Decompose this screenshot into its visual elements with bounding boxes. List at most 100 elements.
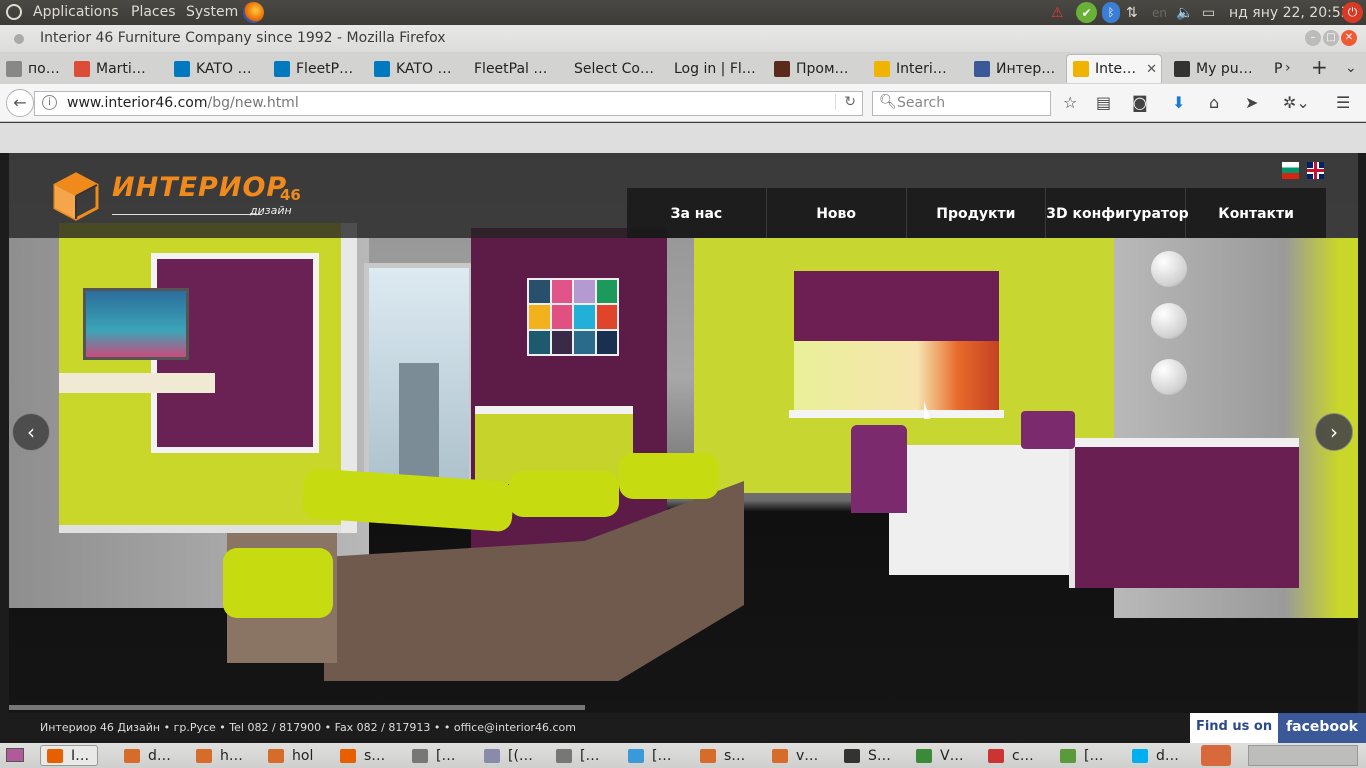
window-titlebar: Interior 46 Furniture Company since 1992… bbox=[0, 25, 1366, 52]
taskbar-window-button[interactable]: d… bbox=[118, 745, 171, 766]
reload-icon[interactable]: ↻ bbox=[835, 94, 856, 110]
tab[interactable]: Пром… bbox=[768, 54, 863, 83]
home-icon[interactable]: ⌂ bbox=[1209, 93, 1219, 112]
tab[interactable]: Interi… bbox=[868, 54, 963, 83]
taskbar-window-button[interactable]: [… bbox=[622, 745, 671, 766]
google-plus-icon bbox=[74, 60, 90, 77]
maximize-button[interactable]: □ bbox=[1323, 30, 1339, 46]
taskbar-label: [(… bbox=[508, 747, 533, 764]
all-tabs-chevron-down-icon[interactable]: ⌄ bbox=[1345, 60, 1357, 76]
tab[interactable]: My pu… bbox=[1168, 54, 1263, 83]
cube-icon bbox=[1073, 61, 1089, 77]
taskbar-window-button[interactable]: I… bbox=[40, 745, 99, 766]
slider-next-button[interactable]: › bbox=[1315, 413, 1353, 451]
taskbar-window-button[interactable]: [(… bbox=[478, 745, 533, 766]
tab[interactable]: KATO … bbox=[368, 54, 463, 83]
taskbar-window-button[interactable]: S… bbox=[838, 745, 891, 766]
language-english-flag-icon[interactable] bbox=[1307, 162, 1324, 179]
app-icon bbox=[268, 748, 284, 763]
ubuntu-logo-icon[interactable] bbox=[6, 4, 22, 20]
menu-item-new[interactable]: Ново bbox=[767, 188, 907, 238]
clock[interactable]: нд яну 22, 20:53 bbox=[1229, 2, 1350, 23]
hamburger-menu-icon[interactable]: ☰ bbox=[1336, 93, 1350, 112]
site-info-icon[interactable]: i bbox=[42, 95, 57, 110]
search-input[interactable]: 🔍︎ Search bbox=[872, 91, 1051, 116]
send-icon[interactable]: ➤ bbox=[1245, 93, 1258, 112]
battery-icon[interactable]: ▭ bbox=[1202, 2, 1215, 23]
tab-label: KATO … bbox=[196, 60, 252, 77]
close-tab-icon[interactable]: ✕ bbox=[1146, 62, 1157, 77]
bookmark-star-icon[interactable]: ☆ bbox=[1063, 93, 1077, 112]
bluetooth-icon[interactable]: ᛒ bbox=[1102, 2, 1120, 23]
power-icon[interactable]: ⏻ bbox=[1342, 2, 1363, 23]
taskbar-label: I… bbox=[71, 747, 90, 764]
downloads-icon[interactable]: ⬇ bbox=[1172, 93, 1185, 112]
tab[interactable]: FleetPal … bbox=[468, 54, 563, 83]
url-bar[interactable]: i www.interior46.com/bg/new.html ↻ bbox=[34, 91, 863, 116]
volume-icon[interactable]: 🔈 bbox=[1176, 2, 1193, 23]
menu-places[interactable]: Places bbox=[131, 4, 176, 20]
new-tab-icon[interactable]: + bbox=[1311, 55, 1328, 79]
navigation-toolbar: ← i www.interior46.com/bg/new.html ↻ 🔍︎ … bbox=[0, 84, 1366, 122]
wall-art-tiles bbox=[527, 278, 619, 356]
menu-item-contacts[interactable]: Контакти bbox=[1186, 188, 1326, 238]
taskbar-window-button[interactable]: [… bbox=[406, 745, 455, 766]
taskbar-window-button[interactable]: v… bbox=[766, 745, 818, 766]
menu-item-about[interactable]: За нас bbox=[627, 188, 767, 238]
web-page: ИНТЕРИОР 46 дизайн За нас Ново Продукти … bbox=[0, 123, 1366, 743]
trello-icon bbox=[374, 60, 390, 77]
language-bulgarian-flag-icon[interactable] bbox=[1282, 162, 1299, 179]
tab[interactable]: Интер… bbox=[968, 54, 1063, 83]
minimize-button[interactable]: – bbox=[1305, 30, 1321, 46]
facebook-wordmark[interactable]: facebook bbox=[1278, 713, 1366, 743]
close-button[interactable]: ✕ bbox=[1341, 30, 1357, 46]
app-icon bbox=[772, 748, 788, 763]
logo-cube-icon[interactable] bbox=[51, 171, 101, 221]
url-text[interactable]: www.interior46.com/bg/new.html bbox=[67, 95, 299, 111]
menu-item-3d-configurator[interactable]: 3D конфигуратор bbox=[1046, 188, 1189, 238]
taskbar-window-button[interactable]: s… bbox=[334, 745, 385, 766]
horizontal-scrollbar[interactable] bbox=[9, 705, 585, 710]
pocket-icon[interactable]: ◙ bbox=[1132, 93, 1148, 112]
reading-list-icon[interactable]: ▤ bbox=[1096, 93, 1111, 112]
workspace-switcher[interactable] bbox=[1248, 745, 1358, 766]
network-icon[interactable]: ⇅ bbox=[1126, 2, 1138, 23]
tab[interactable]: KATO … bbox=[168, 54, 263, 83]
menu-item-products[interactable]: Продукти bbox=[907, 188, 1047, 238]
tab[interactable]: по… bbox=[0, 54, 60, 83]
tab[interactable]: FleetP… bbox=[268, 54, 363, 83]
taskbar-window-button[interactable]: [… bbox=[1054, 745, 1103, 766]
tab[interactable]: Marti… bbox=[68, 54, 163, 83]
find-us-label[interactable]: Find us on bbox=[1189, 713, 1279, 743]
slider-prev-button[interactable]: ‹ bbox=[12, 413, 50, 451]
taskbar-window-button[interactable]: [… bbox=[550, 745, 599, 766]
tab[interactable]: Select Co… bbox=[568, 54, 663, 83]
keyboard-layout[interactable]: en bbox=[1152, 2, 1167, 23]
tab-scroll-right-icon[interactable]: › bbox=[1285, 60, 1291, 76]
menu-system[interactable]: System bbox=[186, 4, 238, 20]
extension-icon[interactable]: ✲⌄ bbox=[1283, 93, 1310, 112]
back-button[interactable]: ← bbox=[6, 89, 34, 117]
app-icon bbox=[628, 748, 644, 763]
taskbar-window-button[interactable]: hol bbox=[262, 745, 313, 766]
tab[interactable]: Inte… ✕ bbox=[1066, 54, 1162, 83]
taskbar-window-button[interactable]: c… bbox=[982, 745, 1034, 766]
tab-label: FleetPal … bbox=[474, 60, 548, 77]
firefox-tray-icon[interactable] bbox=[1201, 745, 1231, 766]
window-menu-icon[interactable] bbox=[14, 34, 24, 44]
tab[interactable]: P bbox=[1268, 54, 1284, 83]
menu-applications[interactable]: Applications bbox=[33, 4, 119, 20]
warning-icon[interactable]: ⚠ bbox=[1051, 2, 1064, 23]
facebook-link[interactable]: Find us on facebook bbox=[1189, 713, 1366, 743]
taskbar-window-button[interactable]: s… bbox=[694, 745, 745, 766]
logo-text[interactable]: ИНТЕРИОР bbox=[112, 172, 287, 203]
taskbar-window-button[interactable]: V… bbox=[910, 745, 964, 766]
taskbar-window-button[interactable]: h… bbox=[190, 745, 243, 766]
show-desktop-icon[interactable] bbox=[6, 748, 24, 762]
checkmark-icon[interactable]: ✔ bbox=[1076, 2, 1097, 23]
firefox-launcher-icon[interactable] bbox=[243, 2, 264, 23]
logo-number[interactable]: 46 bbox=[280, 186, 301, 204]
tab[interactable]: Log in | Fl… bbox=[668, 54, 763, 83]
taskbar-window-button[interactable]: d… bbox=[1126, 745, 1179, 766]
tab-label: Select Co… bbox=[574, 60, 654, 77]
